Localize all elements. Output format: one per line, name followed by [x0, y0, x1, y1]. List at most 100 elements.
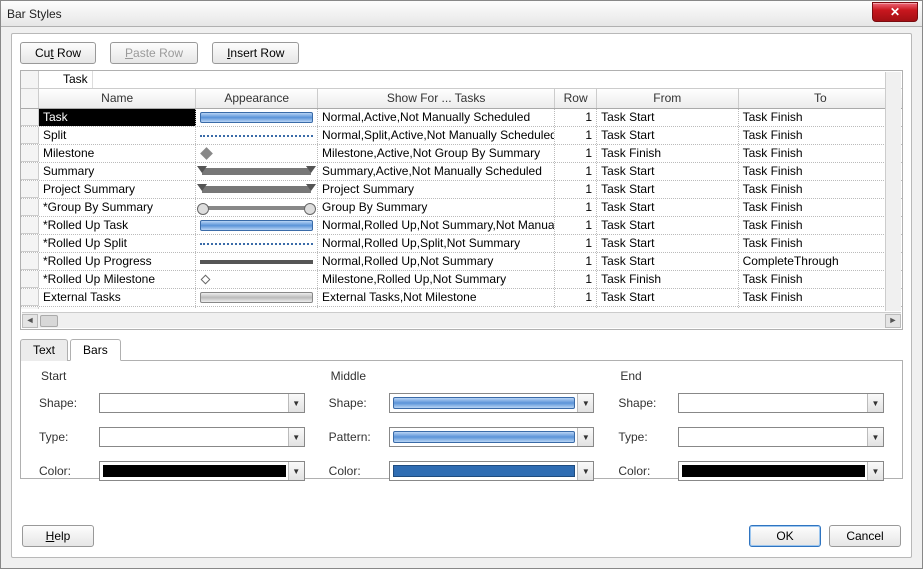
cell-show-for[interactable]: Milestone,External Tasks: [318, 307, 555, 309]
row-header[interactable]: [21, 235, 39, 252]
cell-appearance[interactable]: [196, 235, 318, 252]
cell-name[interactable]: Summary: [39, 163, 196, 180]
row-header[interactable]: [21, 181, 39, 198]
cell-name[interactable]: *Rolled Up Progress: [39, 253, 196, 270]
tab-text[interactable]: Text: [20, 339, 68, 361]
cell-appearance[interactable]: [196, 289, 318, 306]
col-header-show[interactable]: Show For ... Tasks: [318, 89, 555, 108]
cell-from[interactable]: Task Start: [597, 289, 739, 306]
edit-cell[interactable]: Task: [39, 71, 93, 88]
cell-show-for[interactable]: External Tasks,Not Milestone: [318, 289, 555, 306]
cell-appearance[interactable]: [196, 163, 318, 180]
cell-name[interactable]: *Rolled Up Task: [39, 217, 196, 234]
col-header-to[interactable]: To: [739, 89, 902, 108]
cell-to[interactable]: Task Finish: [739, 181, 902, 198]
cell-from[interactable]: Task Finish: [597, 307, 739, 309]
cell-row[interactable]: 1: [555, 235, 597, 252]
cell-row[interactable]: 1: [555, 163, 597, 180]
cell-row[interactable]: 1: [555, 181, 597, 198]
cell-appearance[interactable]: [196, 307, 318, 309]
cell-row[interactable]: 1: [555, 307, 597, 309]
cell-from[interactable]: Task Start: [597, 199, 739, 216]
cell-show-for[interactable]: Normal,Rolled Up,Split,Not Summary: [318, 235, 555, 252]
cell-row[interactable]: 1: [555, 217, 597, 234]
cell-from[interactable]: Task Start: [597, 217, 739, 234]
grid-edit-row[interactable]: Task: [21, 71, 902, 89]
cell-show-for[interactable]: Milestone,Active,Not Group By Summary: [318, 145, 555, 162]
cell-name[interactable]: External Milestone: [39, 307, 196, 309]
cell-appearance[interactable]: [196, 127, 318, 144]
start-type-combo[interactable]: ▼: [99, 427, 305, 447]
tab-bars[interactable]: Bars: [70, 339, 121, 361]
cell-from[interactable]: Task Start: [597, 127, 739, 144]
row-header[interactable]: [21, 289, 39, 306]
cell-show-for[interactable]: Group By Summary: [318, 199, 555, 216]
cancel-button[interactable]: Cancel: [829, 525, 901, 547]
cut-row-button[interactable]: Cut Row: [20, 42, 96, 64]
row-header[interactable]: [21, 199, 39, 216]
insert-row-button[interactable]: Insert Row: [212, 42, 299, 64]
cell-from[interactable]: Task Finish: [597, 145, 739, 162]
row-header[interactable]: [21, 109, 39, 126]
cell-to[interactable]: Task Finish: [739, 145, 902, 162]
row-header[interactable]: [21, 127, 39, 144]
cell-appearance[interactable]: [196, 217, 318, 234]
table-row[interactable]: MilestoneMilestone,Active,Not Group By S…: [21, 145, 902, 163]
cell-to[interactable]: Task Finish: [739, 235, 902, 252]
bar-styles-grid[interactable]: Task Name Appearance Show For ... Tasks …: [20, 70, 903, 330]
cell-row[interactable]: 1: [555, 271, 597, 288]
cell-name[interactable]: *Group By Summary: [39, 199, 196, 216]
col-header-name[interactable]: Name: [39, 89, 196, 108]
end-type-combo[interactable]: ▼: [678, 427, 884, 447]
cell-row[interactable]: 1: [555, 109, 597, 126]
table-row[interactable]: *Rolled Up MilestoneMilestone,Rolled Up,…: [21, 271, 902, 289]
cell-row[interactable]: 1: [555, 199, 597, 216]
cell-to[interactable]: Task Finish: [739, 109, 902, 126]
end-color-combo[interactable]: ▼: [678, 461, 884, 481]
cell-show-for[interactable]: Normal,Rolled Up,Not Summary: [318, 253, 555, 270]
cell-to[interactable]: Task Finish: [739, 199, 902, 216]
cell-appearance[interactable]: [196, 109, 318, 126]
table-row[interactable]: *Rolled Up Progress Normal,Rolled Up,Not …: [21, 253, 902, 271]
cell-to[interactable]: Task Finish: [739, 127, 902, 144]
row-header[interactable]: [21, 253, 39, 270]
cell-row[interactable]: 1: [555, 289, 597, 306]
col-header-appearance[interactable]: Appearance: [196, 89, 318, 108]
titlebar[interactable]: Bar Styles ✕: [1, 1, 922, 27]
cell-to[interactable]: Task Finish: [739, 289, 902, 306]
vertical-scrollbar[interactable]: [885, 72, 901, 311]
cell-to[interactable]: Task Finish: [739, 217, 902, 234]
cell-from[interactable]: Task Start: [597, 235, 739, 252]
cell-name[interactable]: Task: [39, 109, 196, 126]
cell-show-for[interactable]: Normal,Active,Not Manually Scheduled: [318, 109, 555, 126]
table-row[interactable]: Task Normal,Active,Not Manually Scheduled…: [21, 109, 902, 127]
cell-from[interactable]: Task Start: [597, 163, 739, 180]
cell-from[interactable]: Task Start: [597, 253, 739, 270]
cell-show-for[interactable]: Normal,Rolled Up,Not Summary,Not Manuall…: [318, 217, 555, 234]
cell-show-for[interactable]: Milestone,Rolled Up,Not Summary: [318, 271, 555, 288]
cell-from[interactable]: Task Start: [597, 181, 739, 198]
table-row[interactable]: *Group By Summary Group By Summary1Task S…: [21, 199, 902, 217]
table-row[interactable]: *Rolled Up Task Normal,Rolled Up,Not Summ…: [21, 217, 902, 235]
scroll-left-icon[interactable]: ◄: [22, 314, 38, 328]
cell-from[interactable]: Task Finish: [597, 271, 739, 288]
cell-from[interactable]: Task Start: [597, 109, 739, 126]
table-row[interactable]: *Rolled Up Split Normal,Rolled Up,Split,N…: [21, 235, 902, 253]
cell-to[interactable]: Task Finish: [739, 163, 902, 180]
cell-name[interactable]: Split: [39, 127, 196, 144]
scroll-right-icon[interactable]: ►: [885, 314, 901, 328]
cell-row[interactable]: 1: [555, 127, 597, 144]
row-header[interactable]: [21, 217, 39, 234]
col-header-row[interactable]: Row: [555, 89, 597, 108]
cell-to[interactable]: CompleteThrough: [739, 253, 902, 270]
start-shape-combo[interactable]: ▼: [99, 393, 305, 413]
cell-name[interactable]: *Rolled Up Split: [39, 235, 196, 252]
horizontal-scrollbar[interactable]: ◄ ►: [22, 312, 901, 328]
table-row[interactable]: External TasksExternal Tasks,Not Milesto…: [21, 289, 902, 307]
start-color-combo[interactable]: ▼: [99, 461, 305, 481]
table-row[interactable]: SummarySummary,Active,Not Manually Sched…: [21, 163, 902, 181]
row-header[interactable]: [21, 271, 39, 288]
cell-appearance[interactable]: [196, 253, 318, 270]
cell-appearance[interactable]: [196, 271, 318, 288]
table-row[interactable]: External Milestone Milestone,External Tas…: [21, 307, 902, 309]
